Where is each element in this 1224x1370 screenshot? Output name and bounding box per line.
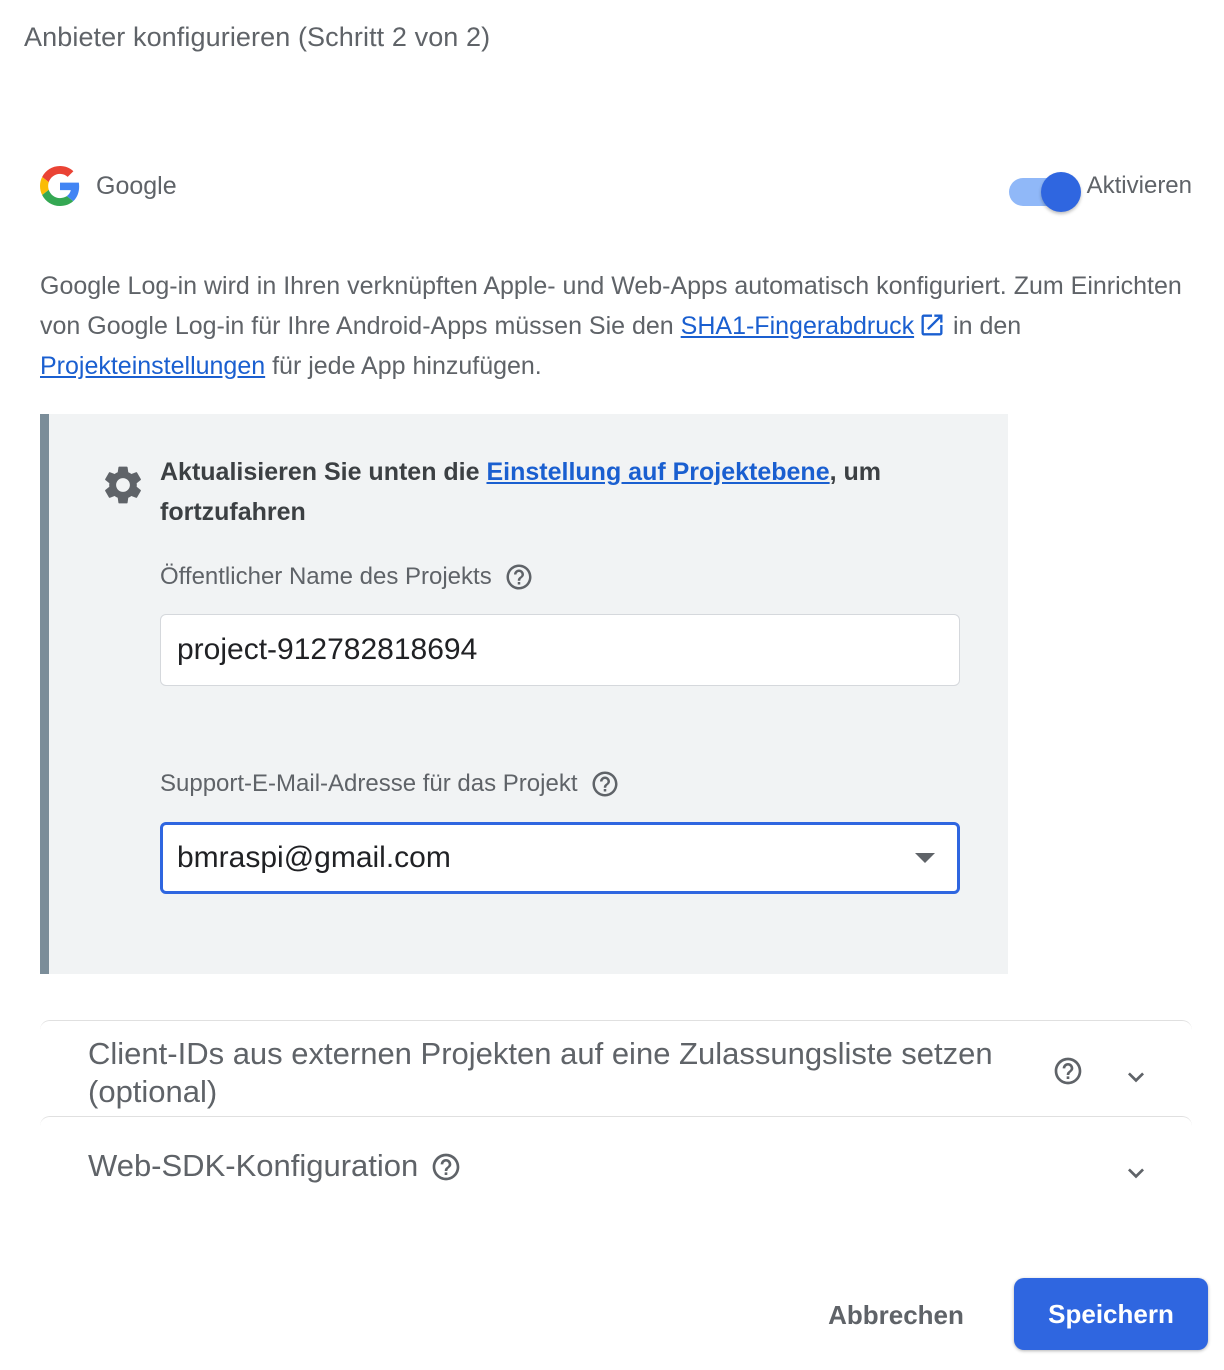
callout-text-part: Aktualisieren Sie unten die xyxy=(160,458,487,486)
help-icon[interactable] xyxy=(1052,1055,1084,1087)
provider-description: Google Log-in wird in Ihren verknüpften … xyxy=(40,266,1190,386)
open-in-new-icon[interactable] xyxy=(918,311,946,339)
sha1-fingerprint-link[interactable]: SHA1-Fingerabdruck xyxy=(681,312,914,340)
help-icon[interactable] xyxy=(590,769,620,799)
provider-row: Google Aktivieren xyxy=(40,158,1192,214)
expansion-title: Client-IDs aus externen Projekten auf ei… xyxy=(88,1036,993,1109)
provider-info: Google xyxy=(40,166,177,206)
support-email-value: bmraspi@gmail.com xyxy=(177,841,451,874)
save-button[interactable]: Speichern xyxy=(1014,1278,1208,1350)
project-settings-callout: Aktualisieren Sie unten die Einstellung … xyxy=(40,414,1008,974)
google-g-icon xyxy=(40,166,80,206)
chevron-down-icon[interactable] xyxy=(1120,1061,1152,1093)
web-sdk-config-panel[interactable]: Web-SDK-Konfiguration xyxy=(40,1116,1192,1206)
expansion-title: Web-SDK-Konfiguration xyxy=(88,1148,419,1183)
toggle-label: Aktivieren xyxy=(1086,172,1192,199)
public-name-label: Öffentlicher Name des Projekts xyxy=(160,563,492,590)
support-email-label: Support-E-Mail-Adresse für das Projekt xyxy=(160,770,578,797)
callout-text: Aktualisieren Sie unten die Einstellung … xyxy=(160,452,920,532)
dropdown-arrow-icon xyxy=(915,853,935,863)
chevron-down-icon[interactable] xyxy=(1120,1157,1152,1189)
toggle-thumb xyxy=(1040,172,1081,212)
gear-icon xyxy=(100,462,146,508)
toggle-switch[interactable] xyxy=(1008,166,1081,212)
public-name-label-row: Öffentlicher Name des Projekts xyxy=(160,562,534,592)
description-text: in den xyxy=(946,312,1022,340)
support-email-label-row: Support-E-Mail-Adresse für das Projekt xyxy=(160,769,620,799)
provider-name: Google xyxy=(96,171,177,200)
cancel-button[interactable]: Abbrechen xyxy=(806,1284,986,1346)
help-icon[interactable] xyxy=(504,562,534,592)
description-text: für jede App hinzufügen. xyxy=(265,352,542,380)
help-icon[interactable] xyxy=(430,1151,462,1183)
callout-header: Aktualisieren Sie unten die Einstellung … xyxy=(100,452,920,532)
support-email-select[interactable]: bmraspi@gmail.com xyxy=(160,822,960,894)
project-settings-link[interactable]: Projekteinstellungen xyxy=(40,352,265,380)
enable-toggle[interactable]: Aktivieren xyxy=(1008,166,1192,212)
allowlist-client-ids-panel[interactable]: Client-IDs aus externen Projekten auf ei… xyxy=(40,1020,1192,1116)
project-level-setting-link[interactable]: Einstellung auf Projektebene xyxy=(486,458,829,486)
dialog-title: Anbieter konfigurieren (Schritt 2 von 2) xyxy=(24,22,491,52)
provider-config-dialog: Anbieter konfigurieren (Schritt 2 von 2)… xyxy=(0,0,1224,1370)
public-name-input[interactable] xyxy=(160,614,960,686)
